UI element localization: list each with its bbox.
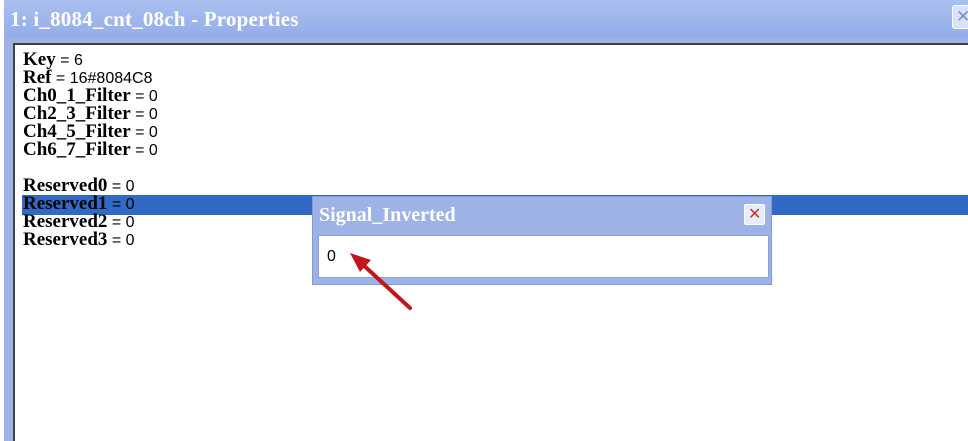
property-row-ch6-7-filter[interactable]: Ch6_7_Filter = 0 (23, 140, 968, 159)
value-editor-popup: Signal_Inverted ✕ (312, 196, 772, 285)
close-icon: ✕ (956, 7, 968, 27)
property-value: 0 (125, 232, 135, 249)
property-value: 6 (73, 52, 83, 69)
property-row-ch4-5-filter[interactable]: Ch4_5_Filter = 0 (23, 122, 968, 141)
property-value: 0 (125, 196, 135, 213)
property-row-reserved0[interactable]: Reserved0 = 0 (23, 176, 968, 195)
editor-title: Signal_Inverted (319, 204, 456, 226)
property-value: 0 (148, 124, 158, 141)
property-name: Reserved3 (23, 229, 108, 250)
window-close-button[interactable]: ✕ (952, 5, 968, 29)
property-row-ch2-3-filter[interactable]: Ch2_3_Filter = 0 (23, 104, 968, 123)
property-row-ch0-1-filter[interactable]: Ch0_1_Filter = 0 (23, 86, 968, 105)
property-value: 0 (125, 178, 135, 195)
property-row-signal-inverted[interactable]: Signal_Inverted = 0 (23, 158, 968, 177)
property-value: 0 (171, 160, 180, 177)
editor-value-input[interactable] (318, 235, 769, 278)
property-value: 0 (148, 106, 158, 123)
property-value: 0 (148, 88, 158, 105)
property-row-key[interactable]: Key = 6 (23, 50, 968, 69)
editor-close-button[interactable]: ✕ (744, 204, 765, 225)
property-row-ref[interactable]: Ref = 16#8084C8 (23, 68, 968, 87)
window-titlebar[interactable]: 1: i_8084_cnt_08ch - Properties ✕ (4, 0, 968, 38)
close-icon: ✕ (748, 204, 762, 223)
property-value: 0 (125, 214, 135, 231)
window-title: 1: i_8084_cnt_08ch - Properties (10, 7, 299, 31)
